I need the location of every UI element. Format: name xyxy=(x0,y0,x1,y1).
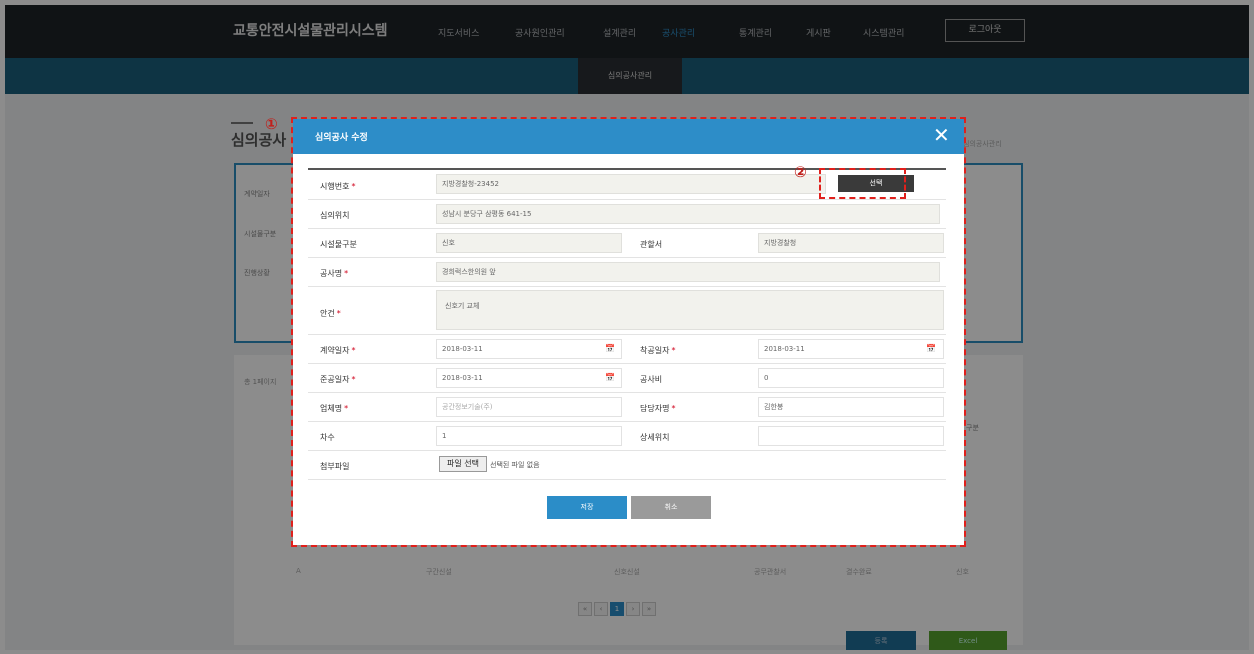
annotation-number-1: ① xyxy=(265,115,278,133)
annotation-number-2: ② xyxy=(794,163,807,181)
annotation-box-2 xyxy=(819,168,906,199)
